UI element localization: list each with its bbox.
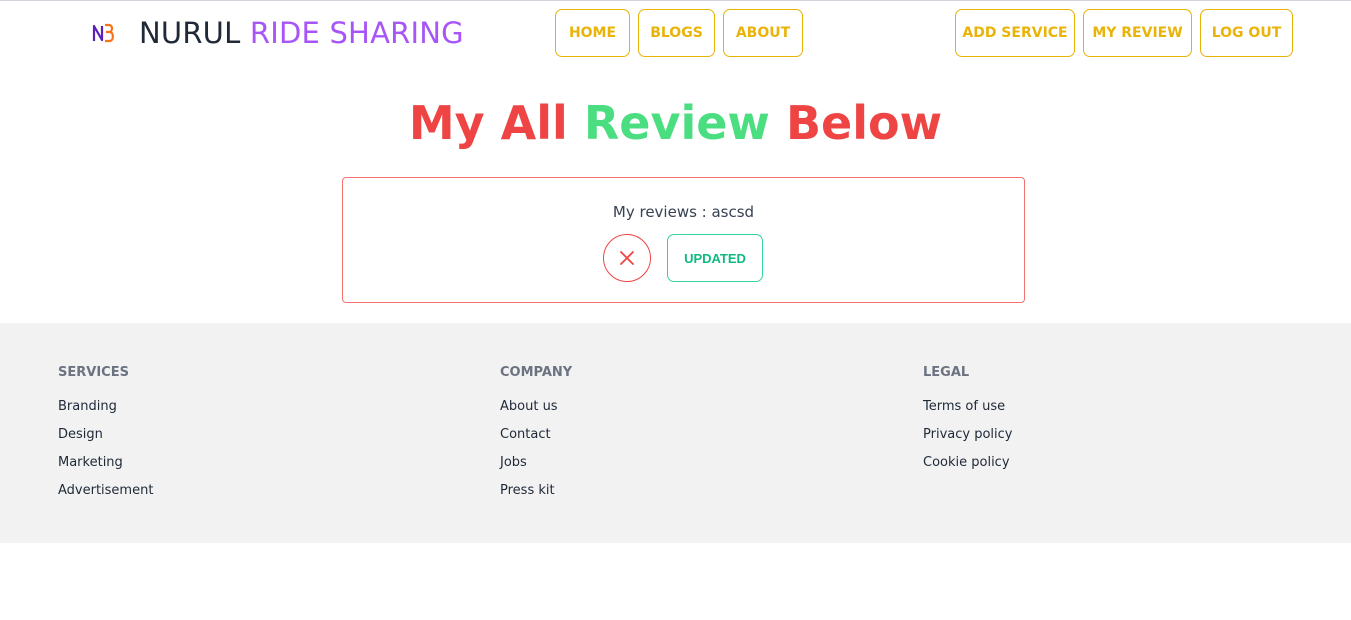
- nav-about-button[interactable]: ABOUT: [723, 9, 803, 57]
- footer-legal-title: LEGAL: [923, 365, 970, 380]
- footer-link-advertisement[interactable]: Advertisement: [58, 482, 153, 510]
- footer-link-cookie[interactable]: Cookie policy: [923, 454, 1012, 482]
- nav-log-out-button[interactable]: LOG OUT: [1200, 9, 1293, 57]
- update-review-button[interactable]: UPDATED: [667, 234, 763, 282]
- footer-link-press-kit[interactable]: Press kit: [500, 482, 572, 510]
- footer-link-about-us[interactable]: About us: [500, 398, 572, 426]
- footer-services: SERVICES Branding Design Marketing Adver…: [58, 365, 153, 510]
- review-card: My reviews : ascsd UPDATED: [342, 177, 1025, 303]
- footer-link-branding[interactable]: Branding: [58, 398, 153, 426]
- footer-legal: LEGAL Terms of use Privacy policy Cookie…: [923, 365, 1012, 482]
- close-icon: [620, 251, 634, 265]
- footer-link-jobs[interactable]: Jobs: [500, 454, 572, 482]
- page-title-part3: Below: [785, 96, 943, 150]
- brand-name: NURUL: [139, 16, 241, 50]
- review-text: My reviews : ascsd: [612, 203, 755, 221]
- nb-logo-icon: [92, 23, 114, 43]
- footer-link-privacy[interactable]: Privacy policy: [923, 426, 1012, 454]
- nav-home-button[interactable]: HOME: [555, 9, 630, 57]
- nav-blogs-button[interactable]: BLOGS: [638, 9, 715, 57]
- footer-link-design[interactable]: Design: [58, 426, 153, 454]
- brand[interactable]: NURUL RIDE SHARING: [91, 9, 464, 57]
- nav-my-review-button[interactable]: MY REVIEW: [1083, 9, 1192, 57]
- brand-accent: RIDE SHARING: [249, 16, 464, 50]
- footer-link-contact[interactable]: Contact: [500, 426, 572, 454]
- footer-link-marketing[interactable]: Marketing: [58, 454, 153, 482]
- brand-title: NURUL RIDE SHARING: [139, 16, 464, 50]
- footer-company: COMPANY About us Contact Jobs Press kit: [500, 365, 572, 510]
- page-title-part2: Review: [583, 96, 770, 150]
- footer-company-title: COMPANY: [500, 365, 573, 380]
- top-border: [0, 0, 1351, 1]
- page-title-part1: My All: [408, 96, 568, 150]
- page-title: My All Review Below: [0, 96, 1351, 150]
- delete-review-button[interactable]: [603, 234, 651, 282]
- footer-link-terms[interactable]: Terms of use: [923, 398, 1012, 426]
- footer: SERVICES Branding Design Marketing Adver…: [0, 323, 1351, 543]
- footer-services-title: SERVICES: [58, 365, 129, 380]
- navbar: NURUL RIDE SHARING HOME BLOGS ABOUT ADD …: [0, 9, 1351, 57]
- nav-add-service-button[interactable]: ADD SERVICE: [955, 9, 1075, 57]
